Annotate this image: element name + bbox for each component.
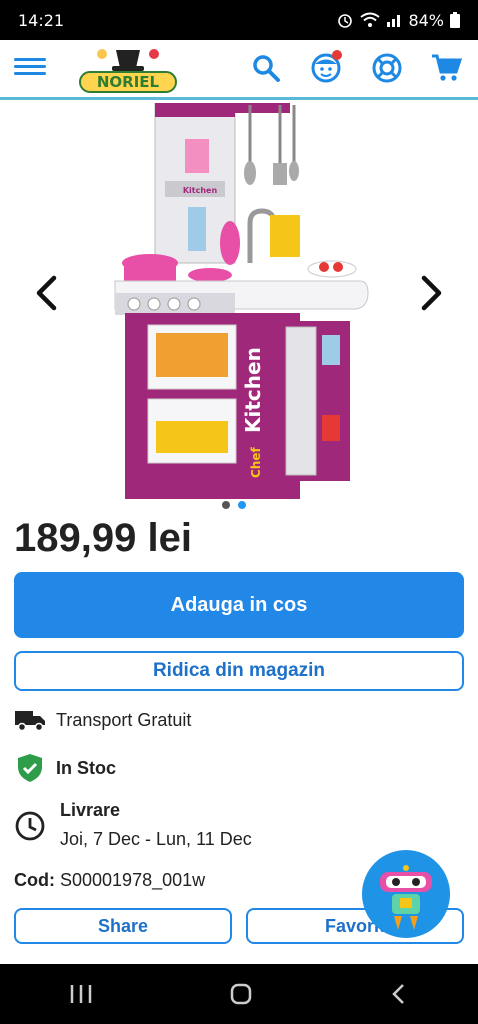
transport-row: Transport Gratuit <box>14 708 191 732</box>
product-image: Kitchen Kitchen Chef <box>114 103 369 499</box>
code-value: S00001978_001w <box>60 870 206 890</box>
cart-icon[interactable] <box>428 50 464 86</box>
logo-text: NORIEL <box>97 73 160 91</box>
signal-icon <box>387 15 401 27</box>
battery-percent: 84% <box>408 10 444 30</box>
product-price: 189,99 lei <box>14 516 192 560</box>
status-icons: 84% <box>336 11 460 30</box>
app-header: NORIEL <box>0 40 478 100</box>
add-to-cart-button[interactable]: Adauga in cos <box>14 572 464 638</box>
alarm-icon <box>338 14 353 28</box>
shelf-label: Kitchen <box>183 186 218 195</box>
carousel-dots <box>222 501 246 509</box>
product-code: Cod: S00001978_001w <box>14 870 205 891</box>
robot-icon <box>380 865 432 930</box>
home-icon[interactable] <box>229 982 253 1006</box>
robot-assistant-button[interactable] <box>362 850 450 938</box>
delivery-row: Livrare Joi, 7 Dec - Lun, 11 Dec <box>14 800 252 850</box>
battery-icon <box>450 12 460 28</box>
notification-dot <box>332 50 342 60</box>
status-bar: 14:21 84% <box>0 0 478 40</box>
kitchen-brand-label: Kitchen <box>241 347 265 433</box>
truck-icon <box>15 711 45 732</box>
chef-brand-label: Chef <box>249 447 263 478</box>
delivery-title: Livrare <box>60 800 121 820</box>
shield-check-icon <box>18 754 42 782</box>
delivery-dates: Joi, 7 Dec - Lun, 11 Dec <box>60 829 252 849</box>
share-button[interactable]: Share <box>14 908 232 944</box>
carousel-dot[interactable] <box>222 501 230 509</box>
clock-icon <box>15 811 45 841</box>
menu-icon[interactable] <box>14 54 46 82</box>
system-nav-bar <box>0 964 478 1024</box>
wifi-icon <box>360 12 381 27</box>
recent-apps-icon[interactable] <box>68 983 94 1005</box>
transport-label: Transport Gratuit <box>56 709 192 730</box>
carousel-dot-active[interactable] <box>238 501 246 509</box>
store-pickup-button[interactable]: Ridica din magazin <box>14 651 464 691</box>
stock-label: In Stoc <box>56 757 117 778</box>
status-time: 14:21 <box>18 10 65 30</box>
help-icon[interactable] <box>369 50 405 86</box>
account-icon[interactable] <box>308 50 344 86</box>
code-label: Cod: <box>14 870 55 890</box>
carousel-prev-arrow[interactable] <box>26 271 66 315</box>
carousel-next-arrow[interactable] <box>412 271 452 315</box>
search-icon[interactable] <box>248 50 284 86</box>
product-image-carousel[interactable]: Kitchen Kitchen Chef <box>0 103 478 515</box>
noriel-logo[interactable]: NORIEL <box>78 42 178 94</box>
stock-row: In Stoc <box>14 752 116 784</box>
back-icon[interactable] <box>388 982 410 1006</box>
